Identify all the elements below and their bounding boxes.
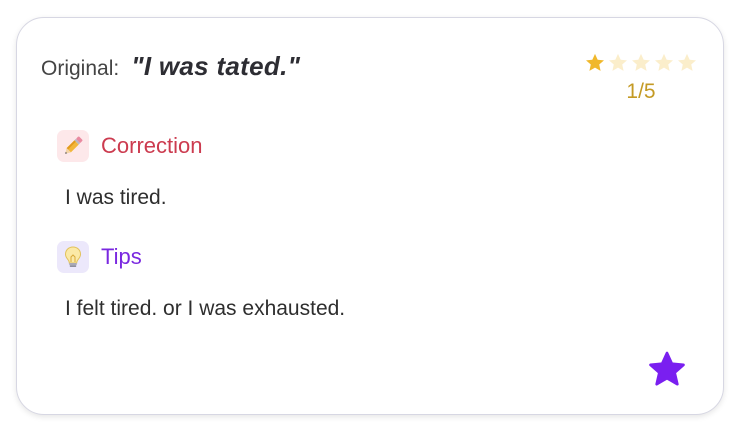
- star-filled-icon: [586, 53, 604, 71]
- star-empty-icon: [678, 53, 696, 71]
- rating-text: 1/5: [626, 80, 656, 103]
- correction-label: Correction: [101, 133, 203, 158]
- tips-text: I felt tired. or I was exhausted.: [65, 297, 346, 320]
- tips-label: Tips: [101, 244, 142, 269]
- correction-text: I was tired.: [65, 186, 167, 209]
- original-sentence: Original: "I was tated.": [41, 51, 300, 82]
- favorite-button[interactable]: [645, 348, 689, 392]
- original-label: Original:: [41, 57, 120, 80]
- star-empty-icon: [655, 53, 673, 71]
- star-icon: [649, 351, 685, 386]
- tips-header: Tips: [57, 241, 142, 273]
- rating-stars: [581, 52, 701, 74]
- original-text: "I was tated.": [131, 51, 301, 81]
- lightbulb-icon: [57, 241, 89, 273]
- rating: 1/5: [581, 52, 701, 104]
- correction-header: Correction: [57, 130, 202, 162]
- star-empty-icon: [632, 53, 650, 71]
- pencil-icon: [57, 130, 89, 162]
- star-empty-icon: [609, 53, 627, 71]
- feedback-card: Original: "I was tated." 1/5 Correction …: [16, 17, 724, 415]
